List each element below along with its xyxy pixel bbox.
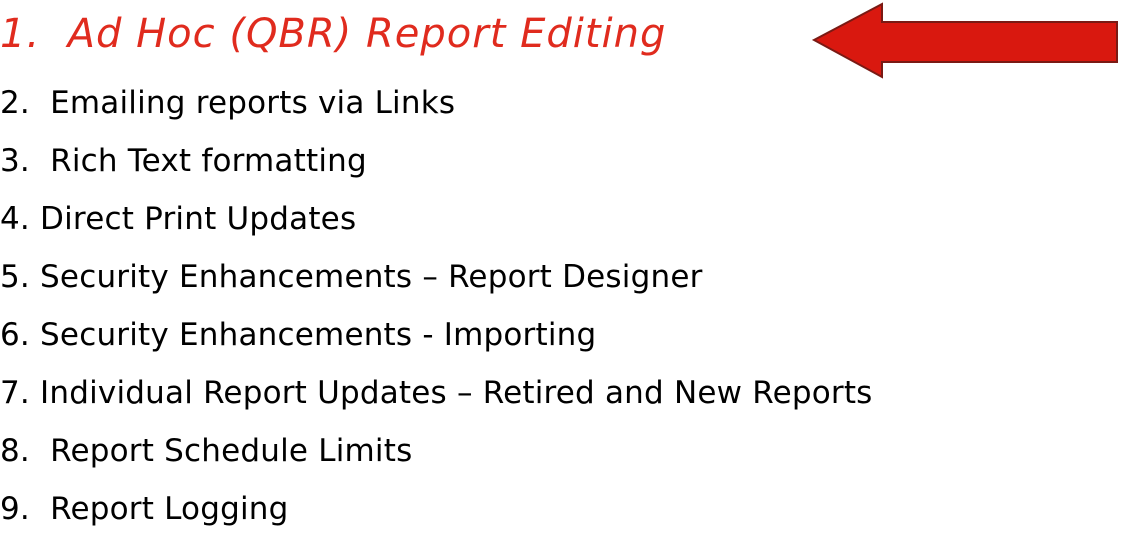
agenda-item-label: Individual Report Updates – Retired and …	[40, 375, 873, 411]
agenda-item-label: Security Enhancements – Report Designer	[40, 259, 703, 295]
agenda-item-label: Ad Hoc (QBR) Report Editing	[67, 11, 667, 57]
agenda-item-rich-text-formatting: 3. Rich Text formatting	[0, 141, 367, 181]
arrow-shape	[812, 2, 1118, 79]
agenda-item-label: Direct Print Updates	[40, 201, 357, 237]
agenda-item-number: 3.	[0, 143, 30, 179]
agenda-item-individual-report-updates: 7. Individual Report Updates – Retired a…	[0, 373, 873, 413]
agenda-item-report-logging: 9. Report Logging	[0, 489, 289, 529]
agenda-item-label: Security Enhancements - Importing	[40, 317, 597, 353]
agenda-item-number: 4.	[0, 201, 30, 237]
agenda-item-report-schedule-limits: 8. Report Schedule Limits	[0, 431, 412, 471]
agenda-item-emailing-reports: 2. Emailing reports via Links	[0, 83, 455, 123]
agenda-slide: 1. Ad Hoc (QBR) Report Editing 2. Emaili…	[0, 0, 1135, 558]
agenda-item-number: 6.	[0, 317, 30, 353]
agenda-item-direct-print-updates: 4. Direct Print Updates	[0, 199, 356, 239]
agenda-item-number: 8.	[0, 433, 30, 469]
agenda-item-number: 1.	[0, 11, 41, 57]
agenda-item-number: 2.	[0, 85, 30, 121]
agenda-item-number: 7.	[0, 375, 30, 411]
agenda-item-label: Rich Text formatting	[50, 143, 367, 179]
agenda-item-number: 9.	[0, 491, 30, 527]
agenda-item-label: Emailing reports via Links	[50, 85, 456, 121]
agenda-item-security-importing: 6. Security Enhancements - Importing	[0, 315, 596, 355]
agenda-item-label: Report Logging	[50, 491, 289, 527]
agenda-item-ad-hoc-report-editing: 1. Ad Hoc (QBR) Report Editing	[0, 10, 666, 58]
agenda-item-number: 5.	[0, 259, 30, 295]
agenda-item-label: Report Schedule Limits	[50, 433, 413, 469]
left-arrow-icon	[812, 2, 1118, 79]
agenda-item-security-report-designer: 5. Security Enhancements – Report Design…	[0, 257, 703, 297]
